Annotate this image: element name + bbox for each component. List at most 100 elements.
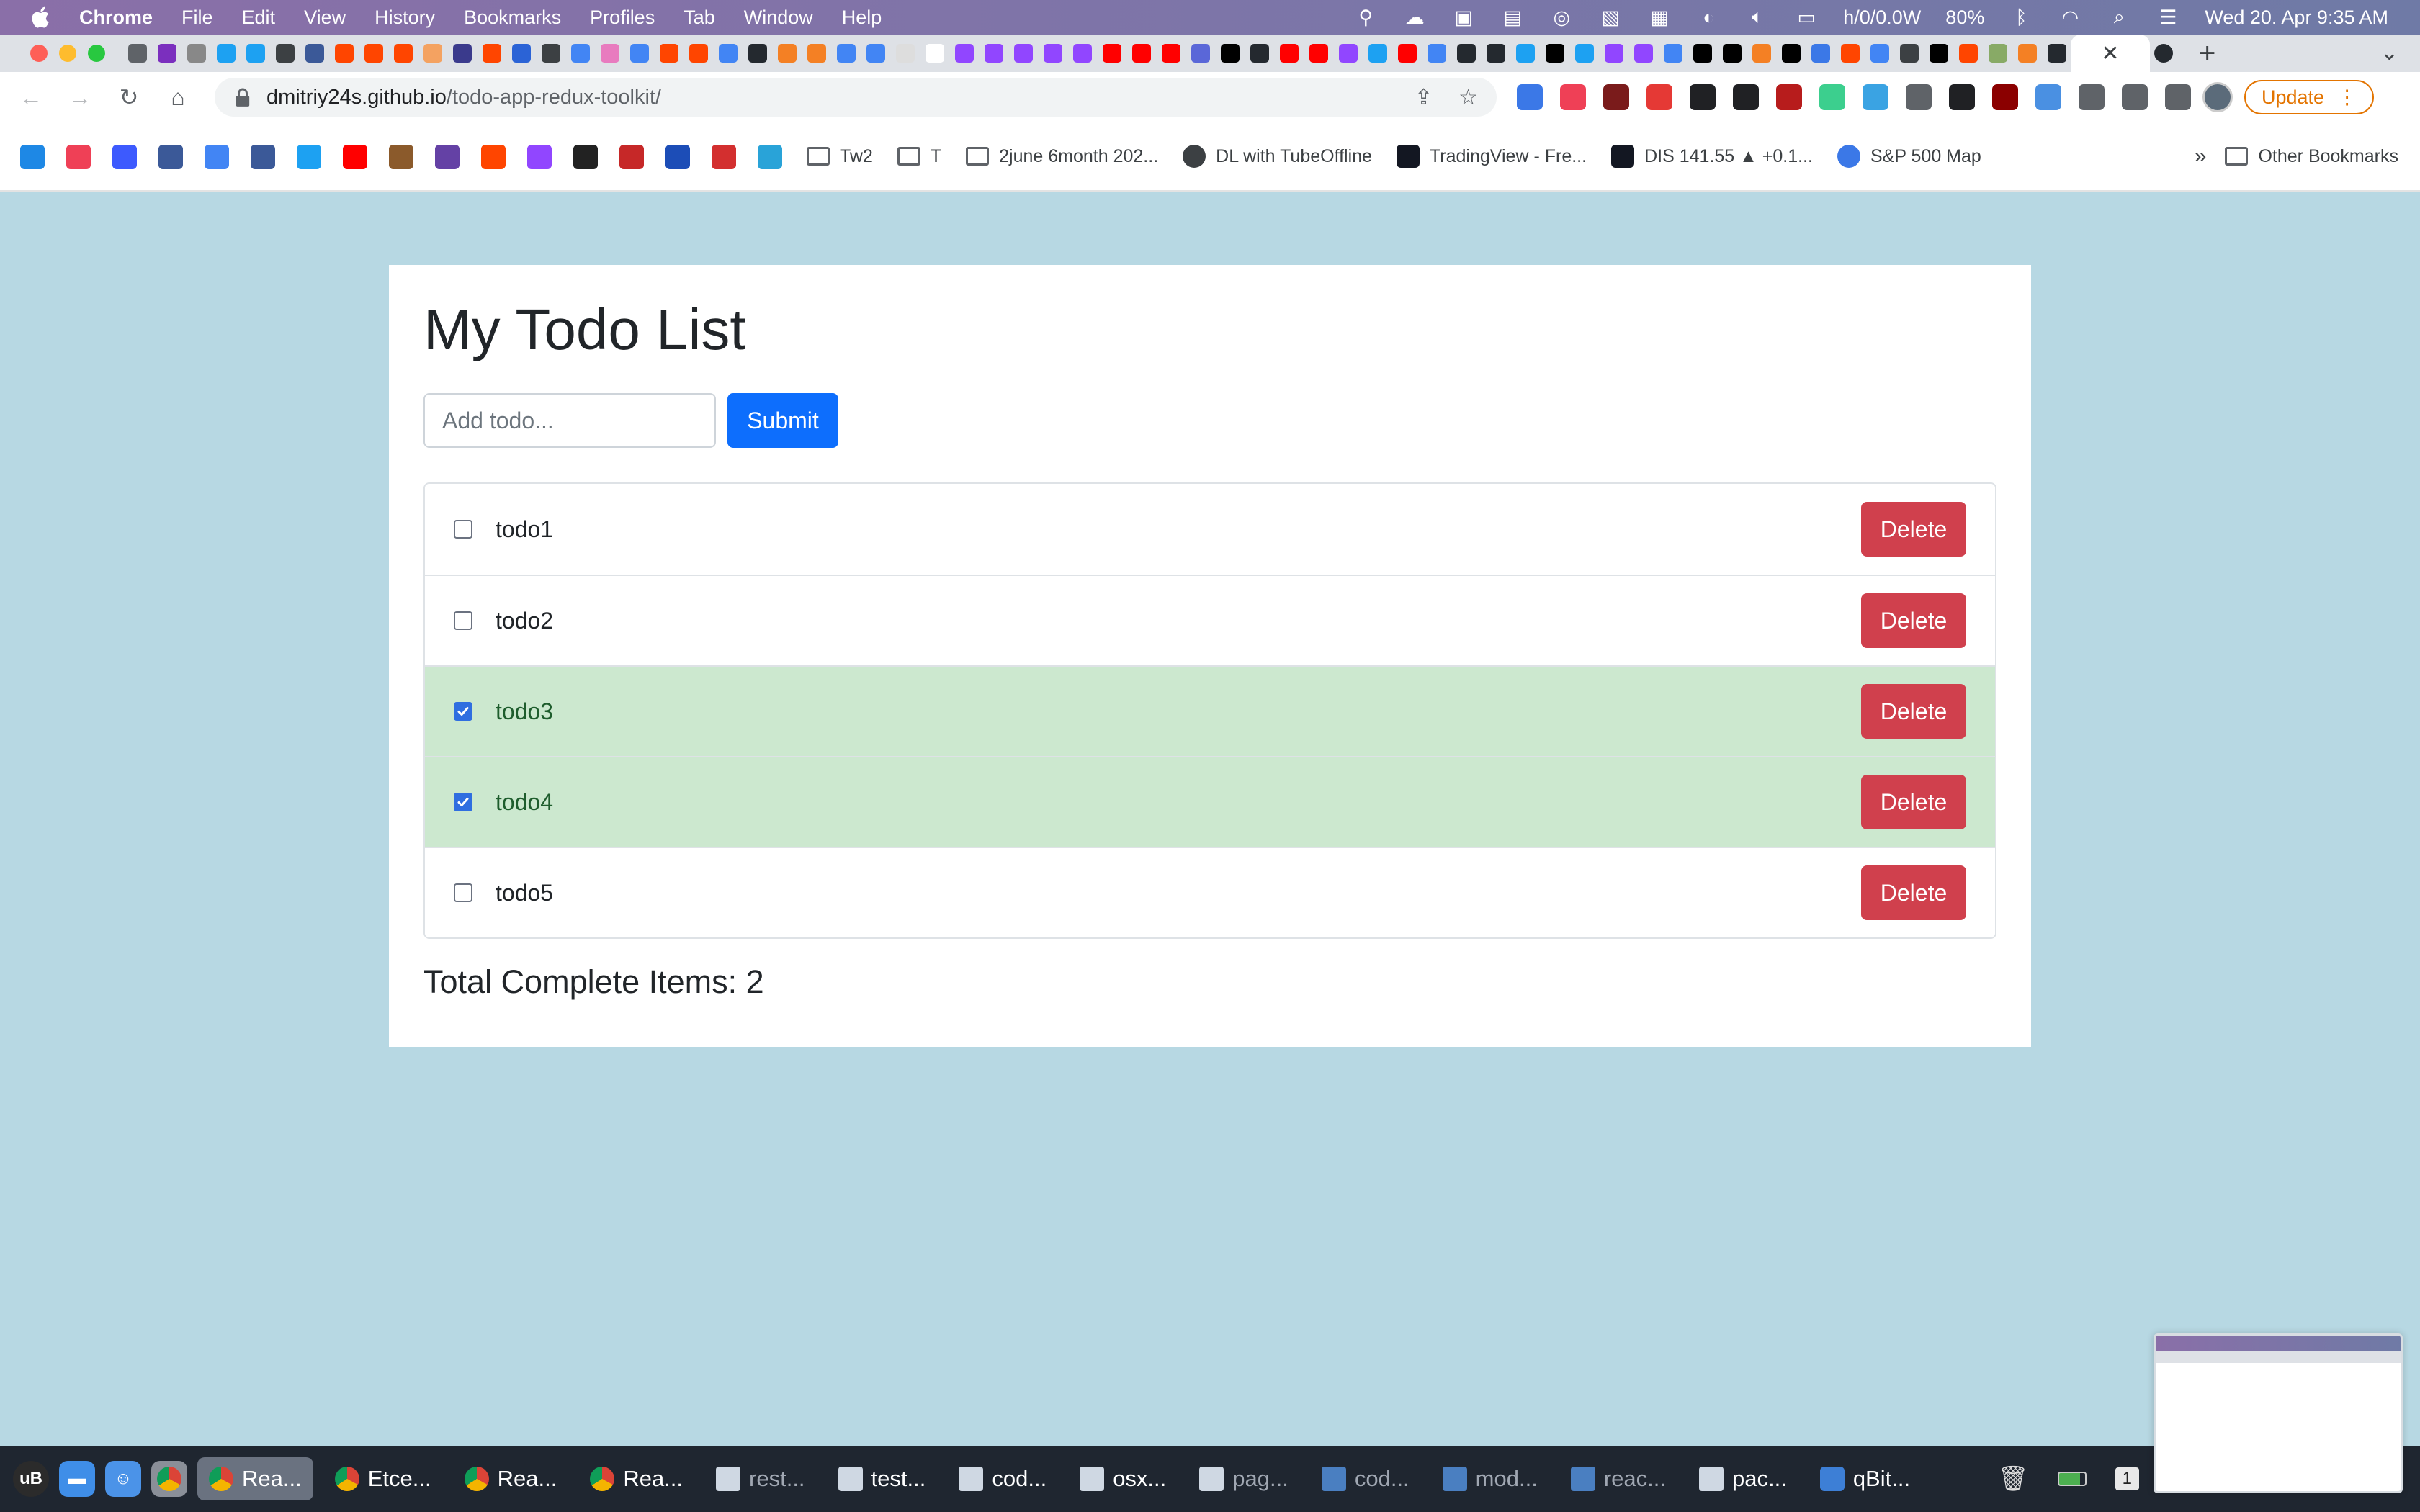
pinned-tab[interactable] (1335, 40, 1362, 67)
home-icon[interactable]: ⌂ (160, 79, 196, 115)
bluetooth-icon[interactable]: ᛒ (2009, 6, 2033, 28)
pinned-tab[interactable] (1541, 40, 1569, 67)
pinned-tab[interactable] (1394, 40, 1421, 67)
dock-window-3[interactable]: Rea... (453, 1457, 569, 1500)
pinned-tab[interactable] (331, 40, 358, 67)
menu-help[interactable]: Help (842, 6, 882, 29)
menu-profiles[interactable]: Profiles (590, 6, 655, 29)
pinned-tab[interactable] (1600, 40, 1628, 67)
trash-icon[interactable]: 🗑︎ (1997, 1464, 2028, 1493)
extension-icon[interactable] (1646, 84, 1672, 110)
status-app-icon[interactable]: ⚲ (1353, 6, 1378, 28)
status-app-icon[interactable]: ☁ (1402, 6, 1427, 28)
bookmark-favicon-icon[interactable] (389, 145, 413, 169)
bookmark-favicon-icon[interactable] (619, 145, 644, 169)
battery-icon[interactable] (2057, 1472, 2087, 1486)
apple-logo-icon[interactable] (29, 5, 50, 30)
menubar-clock[interactable]: Wed 20. Apr 9:35 AM (2205, 6, 2388, 29)
contrast-icon[interactable]: ◐ (1696, 6, 1721, 28)
pinned-tab[interactable] (655, 40, 683, 67)
pinned-tab[interactable] (1216, 40, 1244, 67)
todo-checkbox[interactable] (454, 702, 472, 721)
extension-icon[interactable] (2122, 84, 2148, 110)
bookmark-tradingview[interactable]: TradingView - Fre... (1396, 145, 1587, 168)
pinned-tab[interactable] (892, 40, 919, 67)
dock-window-12[interactable]: reac... (1559, 1457, 1677, 1500)
dock-window-9[interactable]: pag... (1188, 1457, 1300, 1500)
pinned-tab[interactable] (537, 40, 565, 67)
bookmark-favicon-icon[interactable] (205, 145, 229, 169)
bookmark-favicon-icon[interactable] (343, 145, 367, 169)
pinned-tab[interactable] (1246, 40, 1273, 67)
profile-avatar[interactable] (2202, 82, 2233, 112)
status-app-icon[interactable]: ▦ (1647, 6, 1672, 28)
pinned-tab[interactable] (1364, 40, 1392, 67)
pinned-tab[interactable] (774, 40, 801, 67)
battery-percent[interactable]: 80% (1945, 6, 1984, 29)
update-button[interactable]: Update ⋮ (2244, 80, 2375, 114)
reload-icon[interactable]: ↻ (111, 79, 147, 115)
extension-icon[interactable] (2035, 84, 2061, 110)
finder-icon[interactable]: ☺ (105, 1461, 141, 1497)
pinned-tab[interactable] (1837, 40, 1864, 67)
bookmark-favicon-icon[interactable] (66, 145, 91, 169)
bookmark-dis[interactable]: DIS 141.55 ▲ +0.1... (1611, 145, 1813, 168)
pinned-tab[interactable] (980, 40, 1008, 67)
pinned-tab[interactable] (862, 40, 889, 67)
dock-window-1[interactable]: Rea... (197, 1457, 313, 1500)
bookmark-folder-t[interactable]: T (897, 146, 941, 167)
pinned-tab[interactable] (242, 40, 269, 67)
new-tab-button[interactable]: + (2199, 37, 2215, 70)
close-tab-icon[interactable]: ✕ (2101, 41, 2119, 66)
bookmark-favicon-icon[interactable] (712, 145, 736, 169)
bookmark-favicon-icon[interactable] (297, 145, 321, 169)
tab-search-chevron-icon[interactable]: ⌄ (2380, 40, 2398, 66)
pinned-tab[interactable] (1630, 40, 1657, 67)
pinned-tab[interactable] (744, 40, 771, 67)
pinned-tab[interactable] (1512, 40, 1539, 67)
dock-window-14[interactable]: qBit... (1809, 1457, 1922, 1500)
spotlight-search-icon[interactable]: ⌕ (2107, 6, 2131, 28)
dock-window-4[interactable]: Rea... (578, 1457, 694, 1500)
extension-icon[interactable] (1690, 84, 1716, 110)
dock-window-7[interactable]: cod... (947, 1457, 1058, 1500)
ublock-icon[interactable]: uB (13, 1461, 49, 1497)
pinned-tab[interactable] (714, 40, 742, 67)
status-app-icon[interactable]: ▣ (1451, 6, 1476, 28)
pinned-tab[interactable] (1896, 40, 1923, 67)
extension-icon[interactable] (1776, 84, 1802, 110)
todo-checkbox[interactable] (454, 883, 472, 902)
delete-button[interactable]: Delete (1861, 775, 1966, 829)
pinned-tab[interactable] (272, 40, 299, 67)
pinned-tab[interactable] (803, 40, 830, 67)
menu-edit[interactable]: Edit (242, 6, 276, 29)
bookmark-tubeoffline[interactable]: DL with TubeOffline (1183, 145, 1372, 168)
pinned-tab[interactable] (1571, 40, 1598, 67)
delete-button[interactable]: Delete (1861, 502, 1966, 557)
pinned-tab[interactable] (1098, 40, 1126, 67)
add-todo-input[interactable] (424, 393, 716, 448)
wifi-icon[interactable]: ◠ (2058, 6, 2082, 28)
pinned-tab[interactable] (1157, 40, 1185, 67)
extension-icon[interactable] (2165, 84, 2191, 110)
dock-window-8[interactable]: osx... (1068, 1457, 1178, 1500)
extension-icon[interactable] (2079, 84, 2105, 110)
pinned-tab[interactable] (1807, 40, 1834, 67)
dock-window-6[interactable]: test... (827, 1457, 938, 1500)
pinned-tab[interactable] (567, 40, 594, 67)
delete-button[interactable]: Delete (1861, 684, 1966, 739)
pinned-tab[interactable] (1718, 40, 1746, 67)
bookmark-folder-tw2[interactable]: Tw2 (807, 146, 873, 167)
bookmark-favicon-icon[interactable] (758, 145, 782, 169)
maximize-window-button[interactable] (88, 45, 105, 62)
pinned-tab[interactable] (183, 40, 210, 67)
menu-app-name[interactable]: Chrome (79, 6, 153, 29)
chrome-icon[interactable] (151, 1461, 187, 1497)
status-app-icon[interactable]: ▧ (1598, 6, 1623, 28)
screenshot-thumbnail-preview[interactable] (2154, 1333, 2403, 1493)
extension-icon[interactable] (1603, 84, 1629, 110)
network-readout[interactable]: h/0/0.0W (1843, 6, 1921, 29)
pinned-tab[interactable] (360, 40, 387, 67)
bookmark-star-icon[interactable]: ☆ (1458, 85, 1478, 110)
pinned-tab[interactable] (1984, 40, 2012, 67)
